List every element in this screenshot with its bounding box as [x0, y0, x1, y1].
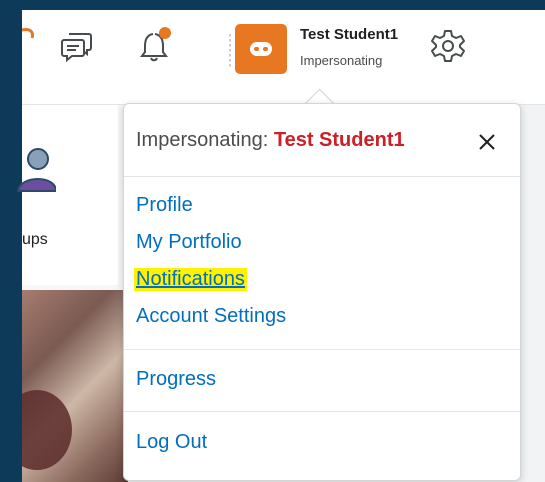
user-avatar[interactable]: [235, 24, 287, 74]
dropdown-separator: [124, 349, 520, 350]
groups-icon: [16, 148, 56, 192]
menu-item-progress[interactable]: Progress: [136, 368, 216, 391]
content-right-strip: [520, 105, 545, 482]
notification-bell-icon[interactable]: [136, 24, 176, 64]
top-navbar: Test Student1 Impersonating: [22, 10, 545, 105]
dropdown-separator: [124, 176, 520, 177]
gear-icon[interactable]: [430, 28, 466, 64]
close-icon[interactable]: [476, 131, 498, 153]
dropdown-header: Impersonating: Test Student1: [136, 129, 405, 152]
menu-item-notifications[interactable]: Notifications: [134, 268, 247, 291]
window-frame-top: [0, 0, 545, 10]
menu-item-account-settings[interactable]: Account Settings: [136, 305, 286, 328]
groups-label: ups: [22, 231, 48, 248]
header-user-name: Test Student1: [273, 129, 405, 151]
dropdown-separator: [124, 411, 520, 412]
course-banner-image: [22, 290, 128, 482]
impersonation-status[interactable]: Impersonating: [300, 53, 382, 68]
groups-tile[interactable]: [16, 105, 118, 285]
user-menu-dropdown: Impersonating: Test Student1 Profile My …: [123, 103, 521, 481]
menu-item-log-out[interactable]: Log Out: [136, 431, 207, 454]
window-frame-left: [0, 0, 22, 482]
partial-orange-icon: [22, 28, 34, 39]
impersonate-mask-icon: [250, 42, 272, 56]
user-name[interactable]: Test Student1: [300, 26, 398, 43]
chat-icon[interactable]: [60, 30, 94, 64]
nav-divider: [229, 34, 231, 68]
header-prefix: Impersonating:: [136, 129, 269, 151]
menu-item-profile[interactable]: Profile: [136, 194, 193, 217]
menu-item-my-portfolio[interactable]: My Portfolio: [136, 231, 242, 254]
